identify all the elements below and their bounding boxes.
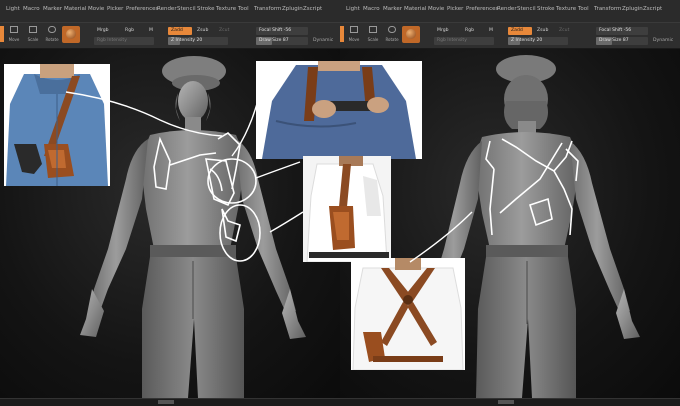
move-icon[interactable]	[7, 26, 21, 36]
menu-bar-right: Light Macro Marker Material Movie Picker…	[340, 0, 680, 23]
dynamic-toggle[interactable]: Dynamic	[653, 38, 673, 43]
menu-macro[interactable]: Macro	[23, 6, 40, 12]
draw-size-slider[interactable]: Draw Size 87	[256, 37, 308, 45]
rgb-intensity-slider[interactable]: Rgb Intensity	[434, 37, 494, 45]
menu-material[interactable]: Material	[64, 6, 86, 12]
menu-picker[interactable]: Picker	[107, 6, 123, 12]
menu-movie[interactable]: Movie	[428, 6, 444, 12]
zadd-toggle[interactable]: Zadd	[508, 27, 532, 35]
draw-size-slider[interactable]: Draw Size 87	[596, 37, 648, 45]
menu-material[interactable]: Material	[404, 6, 426, 12]
z-intensity-slider[interactable]: Z Intensity 20	[508, 37, 568, 45]
scale-icon[interactable]	[26, 26, 40, 36]
tool-shelf-right: Move Scale Rotate Mrgb Rgb M Zadd Zsub Z…	[340, 23, 680, 49]
menu-movie[interactable]: Movie	[88, 6, 104, 12]
menu-zplugin[interactable]: Zplugin	[282, 6, 303, 12]
scale-icon[interactable]	[366, 26, 380, 36]
menu-zplugin[interactable]: Zplugin	[622, 6, 643, 12]
menu-stroke[interactable]: Stroke	[197, 6, 215, 12]
menu-tool[interactable]: Tool	[238, 6, 249, 12]
reference-photo-back	[351, 258, 465, 370]
rotate-icon[interactable]	[385, 26, 399, 36]
zsub-toggle[interactable]: Zsub	[534, 27, 551, 35]
reference-photo-denim	[4, 64, 110, 186]
menu-texture[interactable]: Texture	[216, 6, 236, 12]
mrgb-toggle[interactable]: Mrgb	[94, 27, 112, 35]
zsub-toggle[interactable]: Zsub	[194, 27, 211, 35]
reference-photo-draw	[256, 61, 422, 159]
status-bar	[0, 398, 340, 406]
draw-mode-indicator	[0, 26, 4, 42]
menu-preferences[interactable]: Preferences	[126, 6, 158, 12]
menu-transform[interactable]: Transform	[254, 6, 281, 12]
menu-transform[interactable]: Transform	[594, 6, 621, 12]
focal-shift-slider[interactable]: Focal Shift -56	[596, 27, 648, 35]
menu-render[interactable]: Render	[157, 6, 177, 12]
menu-stencil[interactable]: Stencil	[177, 6, 196, 12]
zadd-toggle[interactable]: Zadd	[168, 27, 192, 35]
status-bar-right	[340, 398, 680, 406]
menu-light[interactable]: Light	[6, 6, 20, 12]
zcut-toggle[interactable]: Zcut	[216, 27, 232, 35]
rotate-label: Rotate	[385, 37, 399, 42]
dynamic-toggle[interactable]: Dynamic	[313, 38, 333, 43]
m-toggle[interactable]: M	[486, 27, 496, 35]
menu-render[interactable]: Render	[497, 6, 517, 12]
material-sphere-icon	[66, 29, 76, 39]
menu-zscript[interactable]: Zscript	[643, 6, 662, 12]
material-sphere-button[interactable]	[402, 26, 420, 43]
menu-zscript[interactable]: Zscript	[303, 6, 322, 12]
menu-picker[interactable]: Picker	[447, 6, 463, 12]
focal-shift-slider[interactable]: Focal Shift -56	[256, 27, 308, 35]
move-label: Move	[8, 37, 20, 42]
rgb-intensity-slider[interactable]: Rgb Intensity	[94, 37, 154, 45]
menu-stencil[interactable]: Stencil	[517, 6, 536, 12]
move-label: Move	[348, 37, 360, 42]
m-toggle[interactable]: M	[146, 27, 156, 35]
menu-marker[interactable]: Marker	[383, 6, 402, 12]
draw-mode-indicator	[340, 26, 344, 42]
menu-texture[interactable]: Texture	[556, 6, 576, 12]
rotate-icon[interactable]	[45, 26, 59, 36]
menu-preferences[interactable]: Preferences	[466, 6, 498, 12]
menu-light[interactable]: Light	[346, 6, 360, 12]
menu-marker[interactable]: Marker	[43, 6, 62, 12]
scale-label: Scale	[27, 37, 39, 42]
reference-photo-side	[303, 156, 391, 262]
mrgb-toggle[interactable]: Mrgb	[434, 27, 452, 35]
rotate-label: Rotate	[45, 37, 59, 42]
rgb-toggle[interactable]: Rgb	[462, 27, 477, 35]
material-sphere-button[interactable]	[62, 26, 80, 43]
menu-macro[interactable]: Macro	[363, 6, 380, 12]
menu-bar: Light Macro Marker Material Movie Picker…	[0, 0, 340, 23]
material-sphere-icon	[406, 29, 416, 39]
rgb-toggle[interactable]: Rgb	[122, 27, 137, 35]
move-icon[interactable]	[347, 26, 361, 36]
z-intensity-slider[interactable]: Z Intensity 20	[168, 37, 228, 45]
zcut-toggle[interactable]: Zcut	[556, 27, 572, 35]
menu-tool[interactable]: Tool	[578, 6, 589, 12]
menu-stroke[interactable]: Stroke	[537, 6, 555, 12]
tool-shelf: Move Scale Rotate Mrgb Rgb M Zadd Zsub Z…	[0, 23, 340, 49]
scale-label: Scale	[367, 37, 379, 42]
